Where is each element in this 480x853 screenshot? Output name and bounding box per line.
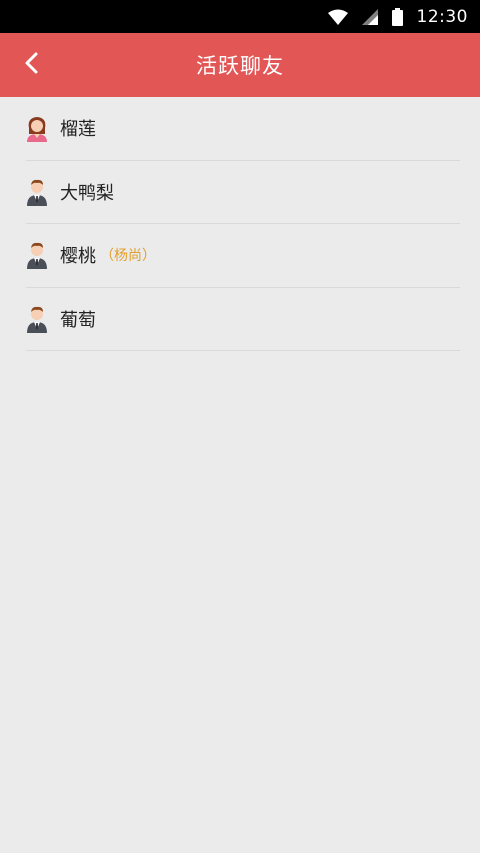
friend-item-2[interactable]: 大鸭梨 bbox=[26, 161, 460, 224]
female-avatar-icon bbox=[26, 114, 48, 143]
friend-list: 榴莲 大鸭梨 樱桃 （杨尚） 葡萄 bbox=[0, 97, 480, 351]
male-avatar-icon bbox=[26, 241, 48, 270]
friend-name: 葡萄 bbox=[60, 309, 96, 331]
friend-item-4[interactable]: 葡萄 bbox=[26, 288, 460, 351]
chevron-left-icon bbox=[24, 52, 40, 78]
signal-icon bbox=[361, 8, 378, 25]
page-title: 活跃聊友 bbox=[196, 54, 284, 78]
friend-item-1[interactable]: 榴莲 bbox=[26, 97, 460, 161]
friend-name: 大鸭梨 bbox=[60, 182, 114, 204]
friend-tag: （杨尚） bbox=[100, 248, 156, 265]
status-bar: 12:30 bbox=[0, 0, 480, 33]
battery-icon bbox=[391, 7, 403, 26]
friend-name: 榴莲 bbox=[60, 119, 96, 141]
friend-name: 樱桃 bbox=[60, 246, 96, 268]
app-bar: 活跃聊友 bbox=[0, 33, 480, 97]
back-button[interactable] bbox=[8, 41, 56, 89]
friend-item-3[interactable]: 樱桃 （杨尚） bbox=[26, 224, 460, 288]
male-avatar-icon bbox=[26, 305, 48, 333]
status-time: 12:30 bbox=[416, 6, 468, 27]
male-avatar-icon bbox=[26, 178, 48, 206]
wifi-icon bbox=[327, 9, 348, 25]
